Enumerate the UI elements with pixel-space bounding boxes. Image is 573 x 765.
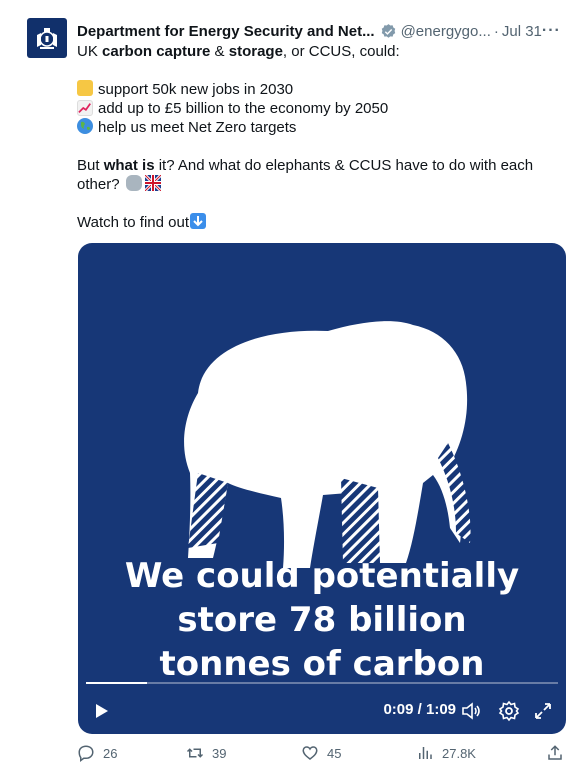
retweet-button[interactable]: 39 xyxy=(186,744,226,762)
like-button[interactable]: 45 xyxy=(301,744,341,762)
account-name[interactable]: Department for Energy Security and Net..… xyxy=(77,23,375,40)
tweet-question: But what is it? And what do elephants & … xyxy=(77,157,534,174)
account-handle[interactable]: @energygo... xyxy=(401,23,491,40)
chart-increasing-emoji-icon xyxy=(77,100,93,116)
views-count: 27.8K xyxy=(442,745,476,761)
bullet-jobs: support 50k new jobs in 2030 xyxy=(77,80,547,99)
tweet-line-intro: UK carbon capture & storage, or CCUS, co… xyxy=(77,43,400,60)
retweet-count: 39 xyxy=(212,745,227,761)
tweet-watch: Watch to find out xyxy=(77,213,547,232)
views-button[interactable]: 27.8K xyxy=(416,744,476,762)
views-chart-icon xyxy=(419,747,432,759)
elephant-emoji-icon xyxy=(125,175,142,191)
tweet-date[interactable]: Jul 31 xyxy=(502,23,542,40)
reply-count: 26 xyxy=(103,745,118,761)
tweet-header: Department for Energy Security and Net..… xyxy=(77,20,561,42)
share-button[interactable] xyxy=(546,744,572,762)
more-options-icon[interactable]: ··· xyxy=(542,22,561,40)
video-controls: 0:09 / 1:09 xyxy=(78,688,566,734)
down-arrow-emoji-icon xyxy=(190,213,207,229)
royal-crest-icon xyxy=(37,28,57,49)
uk-flag-emoji-icon xyxy=(143,173,162,193)
worker-emoji-icon xyxy=(77,80,93,96)
avatar[interactable] xyxy=(27,18,67,58)
separator-dot: · xyxy=(493,22,499,40)
video-player[interactable]: We could potentially store 78 billion to… xyxy=(78,243,566,734)
fullscreen-icon[interactable] xyxy=(532,700,554,722)
video-progress-fill xyxy=(86,682,148,684)
globe-emoji-icon xyxy=(77,118,93,134)
share-icon xyxy=(548,745,562,760)
tweet-actions: 26 39 45 27.8K xyxy=(77,744,567,764)
caption-line-2: store 78 billion xyxy=(177,600,467,640)
play-icon[interactable] xyxy=(90,700,112,722)
tweet-question-end: other? xyxy=(77,173,547,194)
verified-badge-icon xyxy=(380,23,397,40)
bullet-netzero: help us meet Net Zero targets xyxy=(77,118,547,137)
settings-gear-icon[interactable] xyxy=(498,700,520,722)
caption-line-3: tonnes of carbon xyxy=(159,644,485,684)
reply-button[interactable]: 26 xyxy=(77,744,117,762)
video-time: 0:09 / 1:09 xyxy=(383,701,456,718)
retweet-icon xyxy=(186,748,204,758)
reply-icon xyxy=(78,745,94,762)
video-progress-bar[interactable] xyxy=(86,682,558,684)
bullet-economy: add up to £5 billion to the economy by 2… xyxy=(77,99,547,118)
heart-icon xyxy=(302,746,318,760)
like-count: 45 xyxy=(327,745,342,761)
volume-icon[interactable] xyxy=(460,700,482,722)
caption-line-1: We could potentially xyxy=(124,556,520,596)
tweet-card[interactable]: Department for Energy Security and Net..… xyxy=(0,0,573,765)
tweet-text: UK carbon capture & storage, or CCUS, co… xyxy=(77,42,547,232)
